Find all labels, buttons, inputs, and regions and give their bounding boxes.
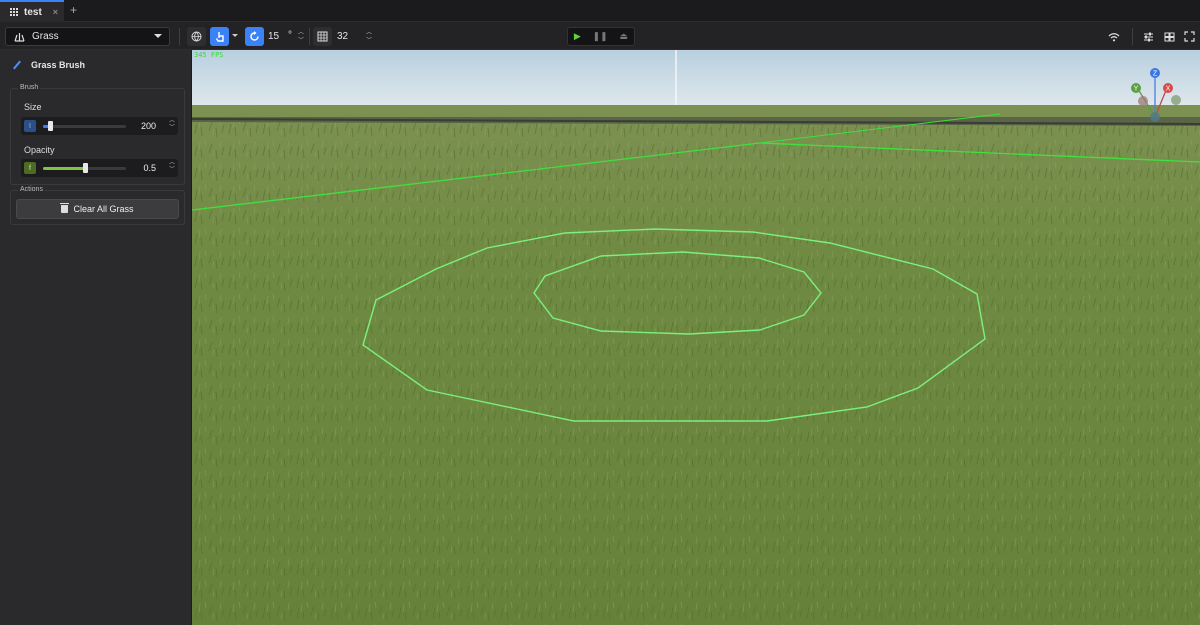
size-type-tag: I (24, 120, 36, 132)
grass-icon (14, 32, 25, 42)
playback-controls: ▶ ❚❚ ⏏ (567, 27, 635, 46)
clear-all-grass-label: Clear All Grass (73, 204, 134, 214)
opacity-type-tag: f (24, 162, 36, 174)
fps-counter: 345 FPS (194, 51, 224, 59)
scene-render[interactable]: Z Y X (192, 50, 1200, 625)
grid-size-value: 32 (337, 31, 349, 42)
opacity-stepper[interactable]: ︿ ﹀ (169, 160, 175, 174)
brush-group-label: Brush (18, 84, 41, 91)
grid-size-input[interactable]: 32 ︿ ﹀ (337, 27, 372, 46)
gizmo-x-label: X (1166, 86, 1171, 93)
size-slider-track[interactable] (43, 121, 126, 131)
settings-sliders-button[interactable] (1139, 27, 1158, 46)
world-space-button[interactable] (187, 27, 206, 46)
opacity-label: Opacity (24, 145, 55, 155)
network-button[interactable] (1104, 27, 1123, 46)
size-slider-handle[interactable] (47, 121, 53, 131)
mode-select[interactable]: Grass (5, 27, 170, 46)
rotation-step-stepper[interactable]: ︿ ﹀ (297, 27, 305, 46)
trash-icon (60, 203, 70, 213)
scene-grid-icon (10, 8, 18, 16)
clear-all-grass-button[interactable]: Clear All Grass (16, 199, 179, 219)
fullscreen-icon (1184, 31, 1195, 42)
actions-group-label: Actions (18, 186, 45, 193)
opacity-slider-fill (43, 167, 85, 170)
globe-icon (191, 31, 202, 42)
panel-title: Grass Brush (12, 60, 85, 70)
brush-group: Brush Size I 200 ︿ ﹀ Opacity f 0.5 ︿ ﹀ (10, 84, 185, 185)
tab-bar: test × + (0, 0, 1200, 22)
tab-label: test (24, 6, 42, 18)
toolbar-divider (1132, 28, 1133, 45)
opacity-slider-track[interactable] (43, 163, 126, 173)
gizmo-z-label: Z (1153, 71, 1158, 78)
paint-tool-button[interactable] (210, 27, 229, 46)
fullscreen-button[interactable] (1180, 27, 1199, 46)
rotation-step-value: 15 (268, 31, 280, 42)
grass-texture (192, 122, 1200, 625)
rotation-unit: ° (288, 30, 292, 41)
eject-icon[interactable]: ⏏ (620, 31, 629, 42)
grid-icon (317, 31, 328, 42)
gizmo-y-label: Y (1134, 86, 1139, 93)
size-label: Size (24, 102, 42, 112)
brush-icon (13, 60, 21, 70)
sky (192, 50, 1200, 107)
toolbar-divider (179, 28, 180, 45)
opacity-value[interactable]: 0.5 (143, 163, 156, 173)
close-tab-icon[interactable]: × (53, 7, 58, 17)
size-slider[interactable]: I 200 ︿ ﹀ (21, 117, 178, 135)
actions-group: Actions Clear All Grass (10, 186, 185, 225)
toolbar: Grass 15 ° ︿ ﹀ 32 ︿ ﹀ ▶ ❚❚ ⏏ (0, 22, 1200, 50)
add-tab-button[interactable]: + (70, 3, 77, 17)
wifi-icon (1108, 32, 1119, 41)
layout-button[interactable] (1160, 27, 1179, 46)
rotation-snap-button[interactable] (245, 27, 264, 46)
layout-grid-icon (1164, 32, 1175, 41)
size-stepper[interactable]: ︿ ﹀ (169, 118, 175, 132)
opacity-slider-handle[interactable] (82, 163, 88, 173)
grid-size-stepper[interactable]: ︿ ﹀ (365, 27, 373, 46)
opacity-slider[interactable]: f 0.5 ︿ ﹀ (21, 159, 178, 177)
play-icon[interactable]: ▶ (574, 31, 581, 42)
rotate-icon (250, 31, 259, 41)
scene-viewport[interactable]: Z Y X 345 FPS (192, 50, 1200, 625)
tool-dropdown-chevron-icon[interactable] (232, 34, 238, 37)
pause-icon[interactable]: ❚❚ (593, 31, 608, 42)
hand-pointer-icon (215, 32, 224, 42)
panel-title-text: Grass Brush (31, 60, 86, 70)
toolbar-divider (309, 28, 310, 45)
sliders-icon (1144, 32, 1153, 41)
grass-brush-panel: Grass Brush Brush Size I 200 ︿ ﹀ Opacity … (0, 50, 192, 625)
chevron-down-icon (154, 34, 162, 38)
size-value[interactable]: 200 (141, 121, 156, 131)
tab-test[interactable]: test × (0, 0, 64, 22)
rotation-step-input[interactable]: 15 ° ︿ ﹀ (268, 27, 304, 46)
grid-snap-button[interactable] (313, 27, 332, 46)
mode-select-value: Grass (32, 31, 59, 42)
